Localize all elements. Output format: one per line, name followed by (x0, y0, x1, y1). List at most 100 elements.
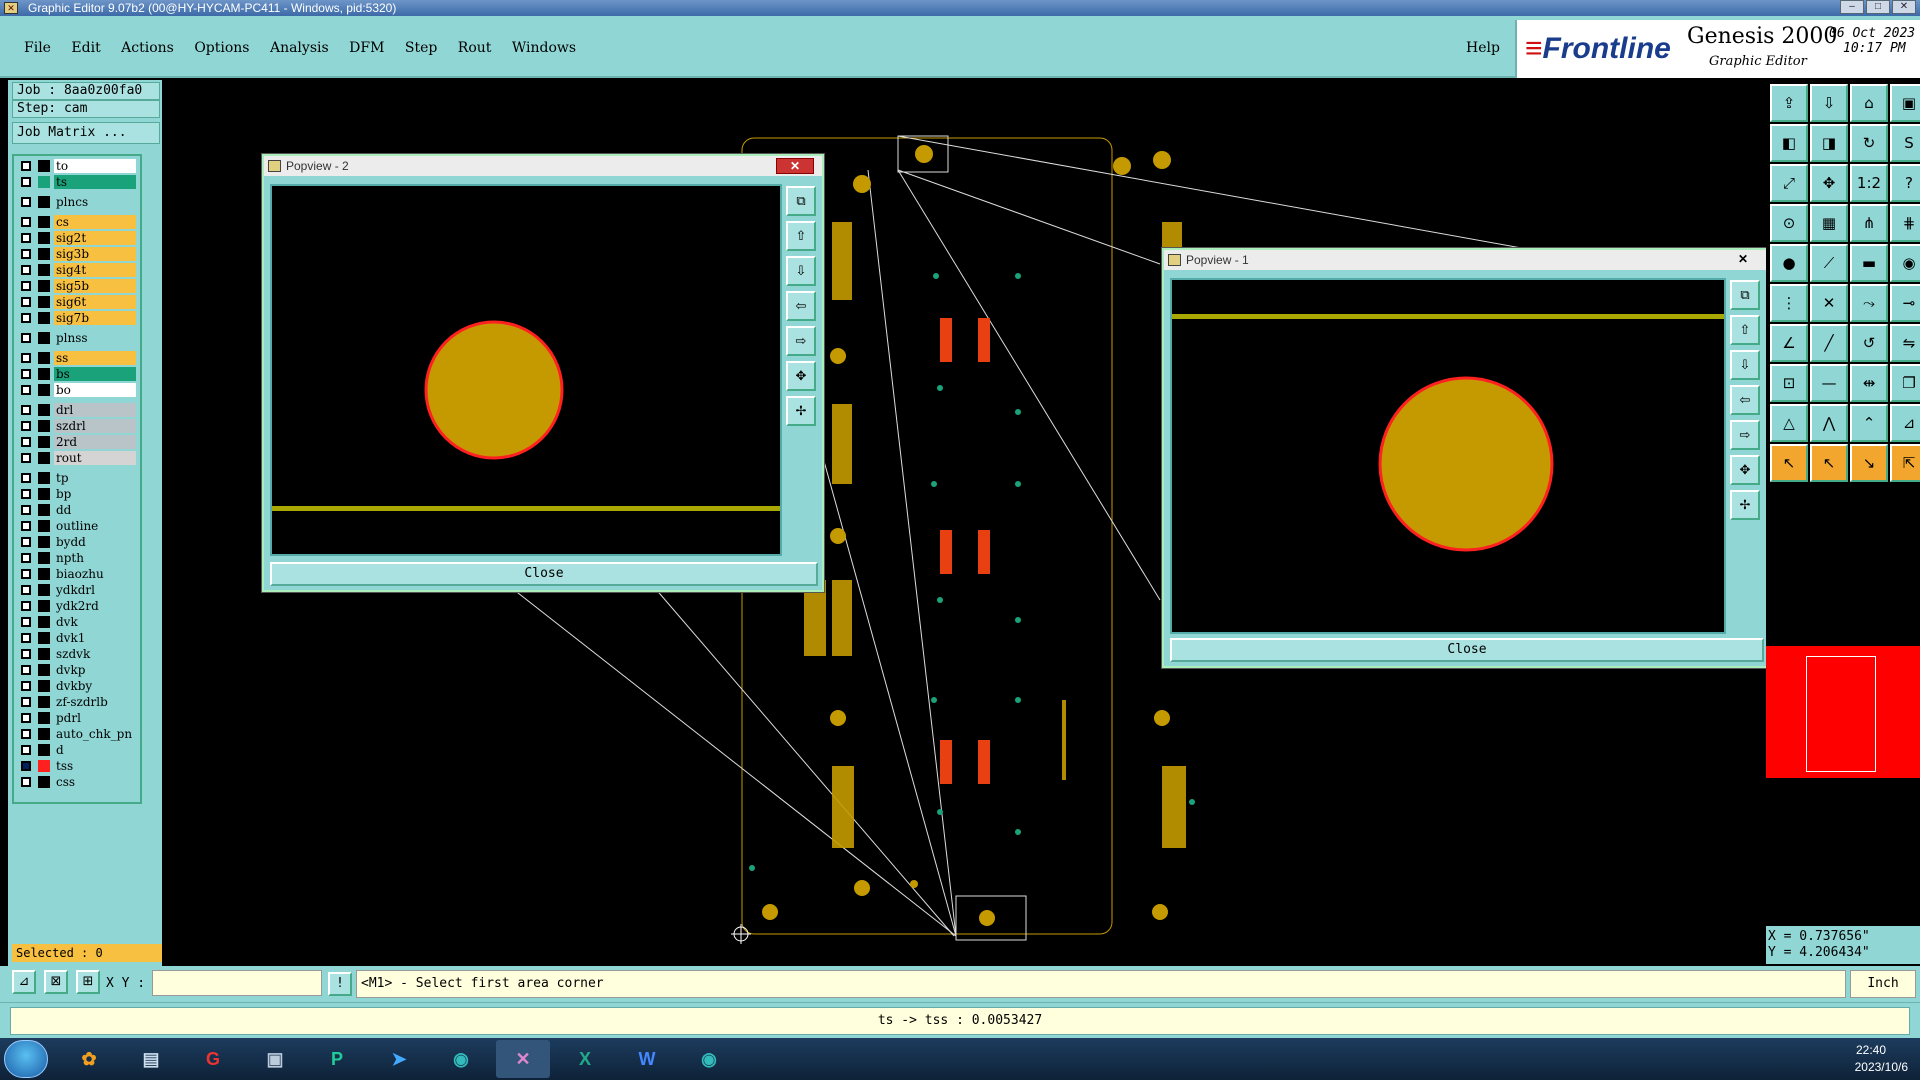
taskbar-excel-icon[interactable]: X (558, 1040, 612, 1078)
tool-up-icon[interactable]: ⇧ (1730, 315, 1760, 345)
job-matrix-button[interactable]: Job Matrix ... (12, 122, 160, 144)
popview-1-titlebar[interactable]: Popview - 1 ✕ (1164, 250, 1770, 270)
tool-zoom-out-icon[interactable]: ✥ (1730, 455, 1760, 485)
layer-checkbox[interactable] (21, 217, 31, 227)
menu-rout[interactable]: Rout (458, 40, 492, 56)
layer-checkbox[interactable] (21, 385, 31, 395)
taskbar-arrow-icon[interactable]: ➤ (372, 1040, 426, 1078)
layer-checkbox[interactable] (21, 161, 31, 171)
layer-checkbox[interactable] (21, 505, 31, 515)
layer-row[interactable]: bo (18, 382, 140, 398)
layer-label[interactable]: dvk (54, 615, 136, 629)
layer-row[interactable]: sig6t (18, 294, 140, 310)
layer-checkbox[interactable] (21, 421, 31, 431)
popview-2-view[interactable] (270, 184, 782, 556)
layer-checkbox[interactable] (21, 265, 31, 275)
layer-label[interactable]: css (54, 775, 136, 789)
copy-icon[interactable]: ❐ (1890, 364, 1920, 402)
layer-label[interactable]: plncs (54, 195, 136, 209)
taskbar-word-icon[interactable]: W (620, 1040, 674, 1078)
layer-label[interactable]: ydkdrl (54, 583, 136, 597)
export-icon[interactable]: ⇩ (1810, 84, 1848, 122)
popview-2-close-x[interactable]: ✕ (776, 158, 814, 174)
layer-row[interactable]: tss (18, 758, 140, 774)
layer-checkbox[interactable] (21, 249, 31, 259)
tool-zoom-in-icon[interactable]: ✢ (1730, 490, 1760, 520)
layer-row[interactable]: sig5b (18, 278, 140, 294)
popview-1-window[interactable]: Popview - 1 ✕ ⧉ ⇧ ⇩ ⇦ ⇨ ✥ ✢ Close (1162, 248, 1772, 668)
pan-left-icon[interactable]: ◧ (1770, 124, 1808, 162)
layer-checkbox[interactable] (21, 601, 31, 611)
snap-mode-icon[interactable]: ⊿ (12, 970, 36, 994)
layer-row[interactable]: dd (18, 502, 140, 518)
layer-label[interactable]: d (54, 743, 136, 757)
layer-row[interactable]: tp (18, 470, 140, 486)
layer-checkbox[interactable] (21, 333, 31, 343)
layer-label[interactable]: 2rd (54, 435, 136, 449)
layer-checkbox[interactable] (21, 281, 31, 291)
popview-1-close-button[interactable]: Close (1170, 638, 1764, 662)
layer-label[interactable]: szdvk (54, 647, 136, 661)
layer-checkbox[interactable] (21, 369, 31, 379)
layer-checkbox[interactable] (21, 353, 31, 363)
layer-label[interactable]: biaozhu (54, 567, 136, 581)
layer-label[interactable]: bo (54, 383, 136, 397)
layer-checkbox[interactable] (21, 569, 31, 579)
layer-row[interactable]: drl (18, 402, 140, 418)
layer-row[interactable]: bydd (18, 534, 140, 550)
layer-checkbox[interactable] (21, 197, 31, 207)
zoom-area-icon[interactable]: ✥ (1810, 164, 1848, 202)
layer-label[interactable]: sig7b (54, 311, 136, 325)
edit-pointer-icon[interactable]: ↘ (1850, 444, 1888, 482)
layer-checkbox[interactable] (21, 553, 31, 563)
import-icon[interactable]: ⇪ (1770, 84, 1808, 122)
layer-row[interactable]: npth (18, 550, 140, 566)
query-icon[interactable]: ? (1890, 164, 1920, 202)
home-icon[interactable]: ⌂ (1850, 84, 1888, 122)
angle-mode-icon[interactable]: ⊠ (44, 970, 68, 994)
layer-label[interactable]: dvk1 (54, 631, 136, 645)
layer-checkbox[interactable] (21, 697, 31, 707)
taskbar-notepad-icon[interactable]: ▤ (124, 1040, 178, 1078)
cross-icon[interactable]: ✕ (1810, 284, 1848, 322)
net-icon[interactable]: ⋔ (1850, 204, 1888, 242)
pointer-icon[interactable]: ↖ (1770, 444, 1808, 482)
layer-label[interactable]: szdrl (54, 419, 136, 433)
layer-row[interactable]: ss (18, 350, 140, 366)
layer-label[interactable]: sig3b (54, 247, 136, 261)
tool-right-icon[interactable]: ⇨ (1730, 420, 1760, 450)
layer-label[interactable]: bydd (54, 535, 136, 549)
layer-row[interactable]: sig4t (18, 262, 140, 278)
move-icon[interactable]: ⇹ (1850, 364, 1888, 402)
start-button[interactable] (4, 1040, 48, 1078)
layer-label[interactable]: tss (54, 759, 136, 773)
menu-options[interactable]: Options (194, 40, 249, 56)
scale-one-icon[interactable]: 1:2 (1850, 164, 1888, 202)
layer-checkbox[interactable] (21, 473, 31, 483)
layer-checkbox[interactable] (21, 233, 31, 243)
layer-label[interactable]: cs (54, 215, 136, 229)
layer-checkbox[interactable] (21, 297, 31, 307)
layer-checkbox[interactable] (21, 405, 31, 415)
snap-icon[interactable]: S (1890, 124, 1920, 162)
layer-row[interactable]: ts (18, 174, 140, 190)
layer-row[interactable]: zf-szdrlb (18, 694, 140, 710)
layer-label[interactable]: rout (54, 451, 136, 465)
layer-label[interactable]: dvkby (54, 679, 136, 693)
layer-label[interactable]: pdrl (54, 711, 136, 725)
layer-row[interactable]: biaozhu (18, 566, 140, 582)
popview-2-titlebar[interactable]: Popview - 2 ✕ (264, 156, 822, 176)
layer-row[interactable]: auto_chk_pn (18, 726, 140, 742)
board-overview[interactable] (1766, 646, 1920, 778)
grid-mode-icon[interactable]: ⊞ (76, 970, 100, 994)
layer-label[interactable]: dd (54, 503, 136, 517)
menu-actions[interactable]: Actions (121, 40, 174, 56)
layer-checkbox[interactable] (21, 745, 31, 755)
drill-icon[interactable]: ⊡ (1770, 364, 1808, 402)
angle-icon[interactable]: ∠ (1770, 324, 1808, 362)
select-icon[interactable]: ↖ (1810, 444, 1848, 482)
layout-icon[interactable]: ▣ (1890, 84, 1920, 122)
layer-checkbox[interactable] (21, 729, 31, 739)
layer-label[interactable]: zf-szdrlb (54, 695, 136, 709)
maximize-button[interactable]: □ (1866, 0, 1890, 14)
